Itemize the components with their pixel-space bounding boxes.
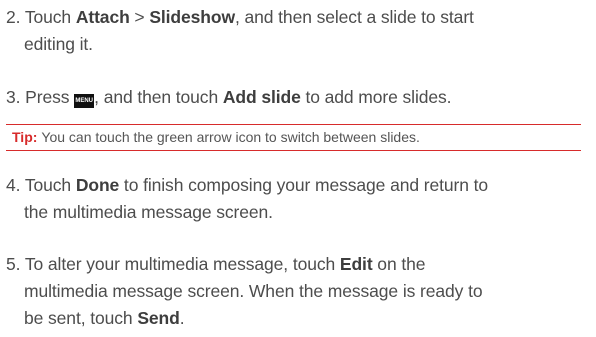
step-number: 3.: [6, 87, 21, 107]
step-4-line-1: 4. Touch Done to finish composing your m…: [6, 175, 489, 195]
step-4: 4. Touch Done to finish composing your m…: [6, 172, 586, 226]
step-2-line-2: editing it.: [24, 34, 93, 54]
slideshow-term: Slideshow: [149, 7, 235, 27]
step-2: 2. Touch Attach > Slideshow, and then se…: [6, 4, 586, 58]
tip-text: You can touch the green arrow icon to sw…: [41, 129, 420, 145]
step-3: 3. Press MENU, and then touch Add slide …: [6, 84, 586, 111]
step-4-line-2: the multimedia message screen.: [24, 202, 273, 222]
step-2-line-1: 2. Touch Attach > Slideshow, and then se…: [6, 7, 474, 27]
tip-box: Tip: You can touch the green arrow icon t…: [6, 124, 581, 151]
step-number: 2.: [6, 7, 21, 27]
add-slide-term: Add slide: [222, 87, 301, 107]
step-number: 5.: [6, 254, 21, 274]
attach-term: Attach: [75, 7, 130, 27]
step-5-line-1: 5. To alter your multimedia message, tou…: [6, 254, 426, 274]
edit-term: Edit: [339, 254, 373, 274]
manual-page: 2. Touch Attach > Slideshow, and then se…: [0, 0, 596, 337]
done-term: Done: [75, 175, 120, 195]
tip-label: Tip:: [12, 129, 38, 145]
step-3-line-1: 3. Press MENU, and then touch Add slide …: [6, 87, 452, 108]
step-5-line-3: be sent, touch Send.: [24, 308, 185, 328]
send-term: Send: [137, 308, 180, 328]
menu-key-icon: MENU: [74, 94, 95, 108]
step-5: 5. To alter your multimedia message, tou…: [6, 251, 586, 332]
step-number: 4.: [6, 175, 21, 195]
step-5-line-2: multimedia message screen. When the mess…: [24, 281, 483, 301]
